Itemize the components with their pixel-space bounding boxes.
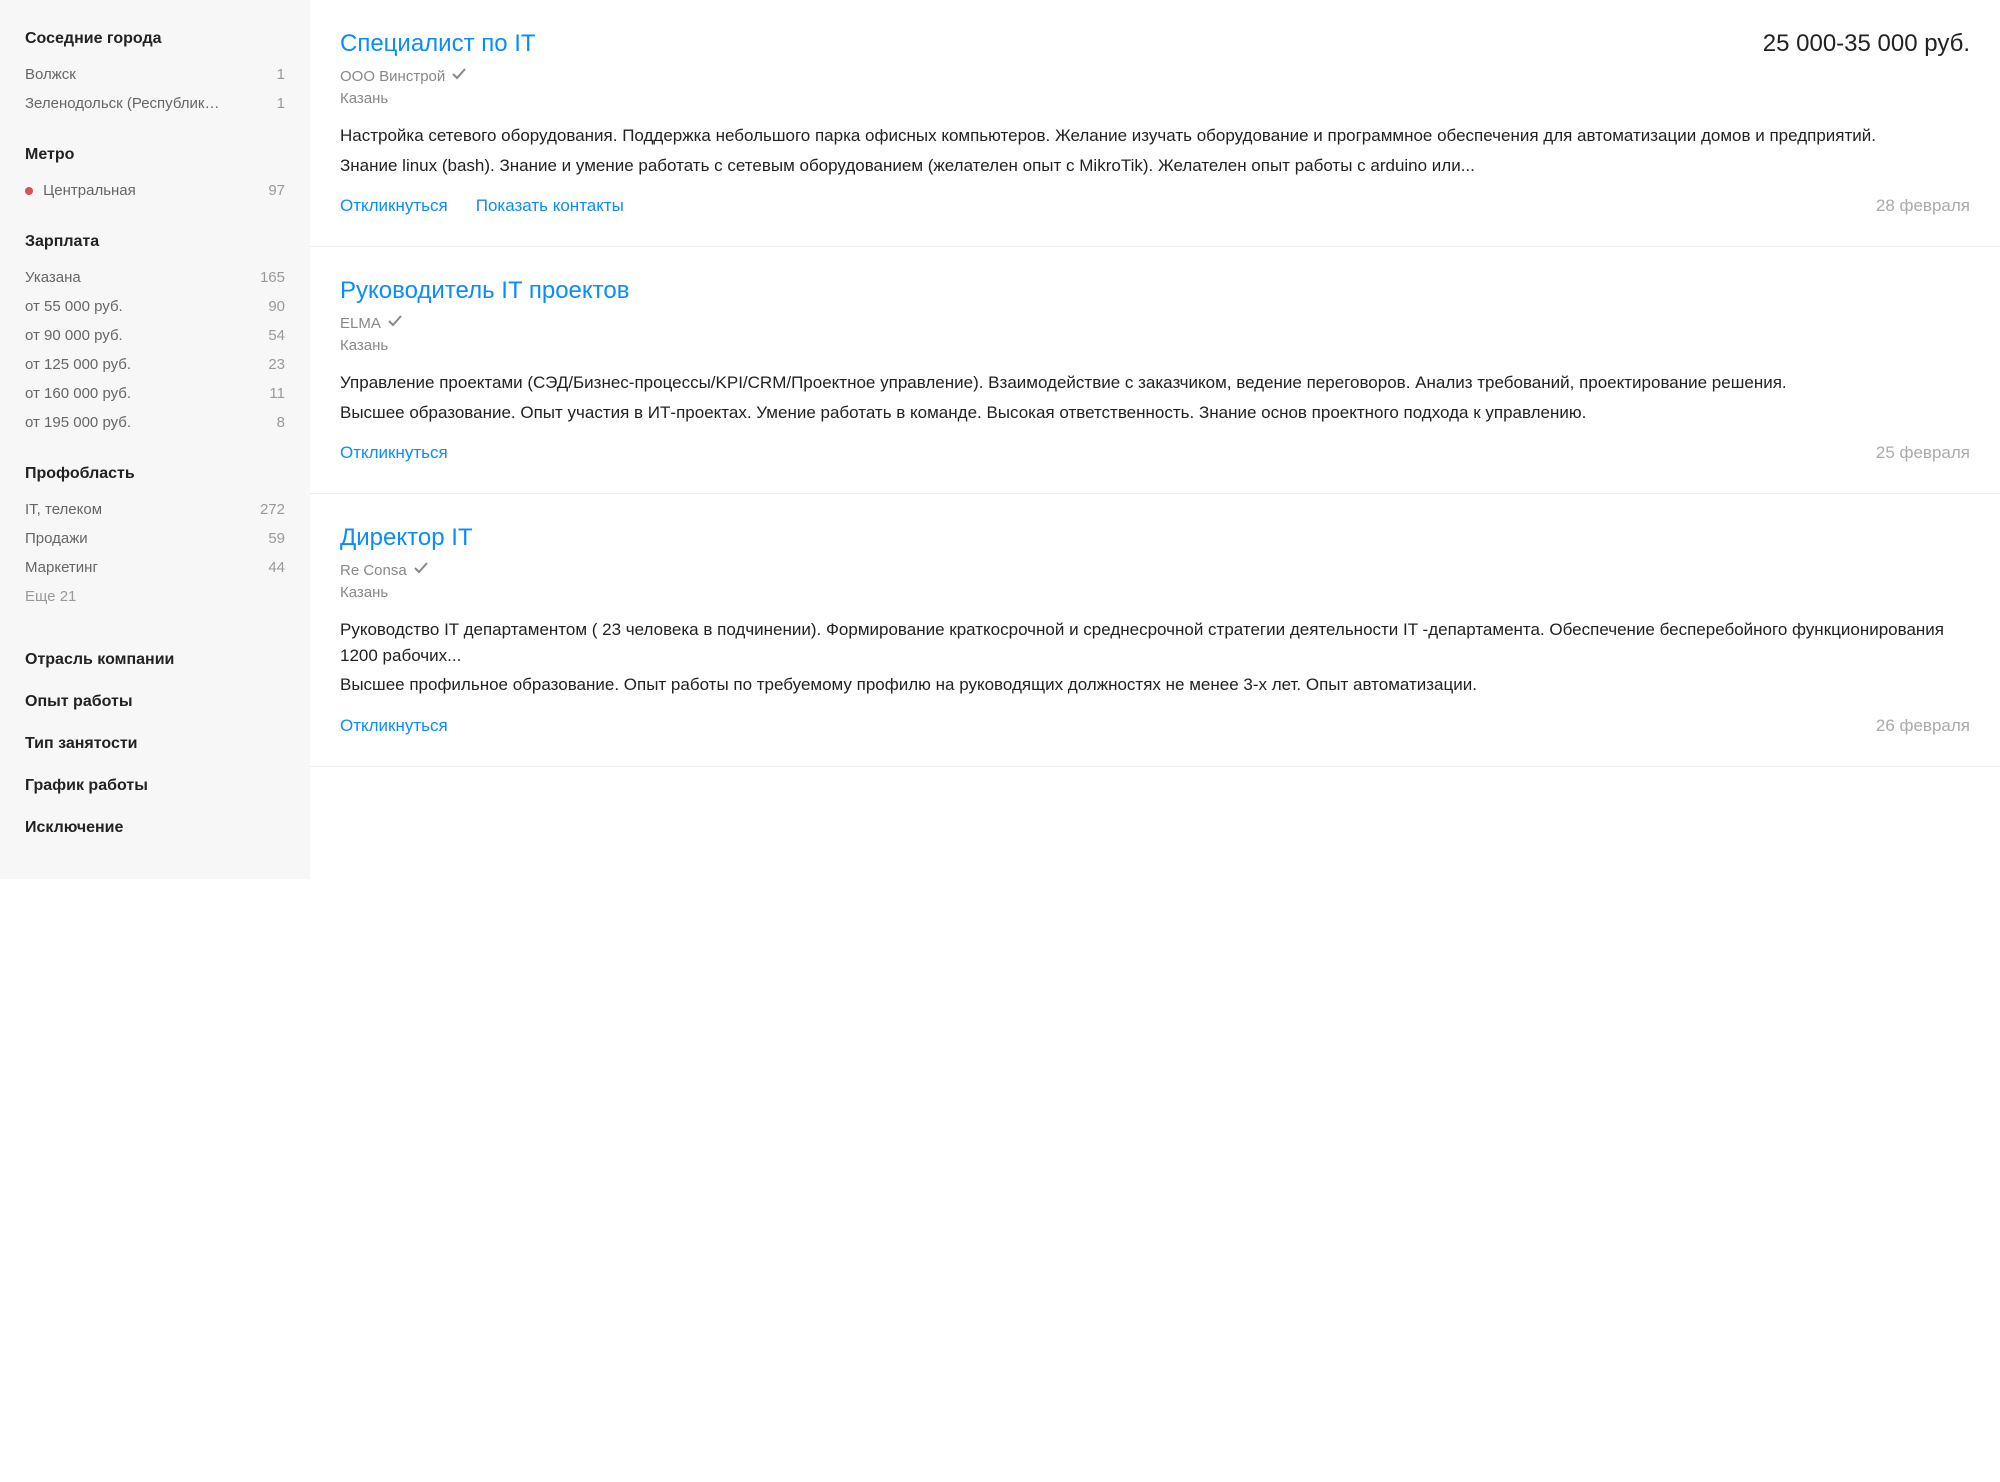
salary-count: 165	[260, 269, 285, 286]
filter-schedule[interactable]: График работы	[25, 765, 285, 807]
city-count: 1	[277, 95, 285, 112]
profarea-count: 44	[268, 559, 285, 576]
profarea-count: 59	[268, 530, 285, 547]
vacancy-header: Директор IT	[340, 524, 1970, 552]
salary-count: 90	[268, 298, 285, 315]
vacancy-footer: Откликнуться 26 февраля	[340, 716, 1970, 736]
profarea-label: IT, телеком	[25, 501, 102, 518]
vacancy-title-link[interactable]: Специалист по IT	[340, 30, 536, 58]
filter-industry[interactable]: Отрасль компании	[25, 639, 285, 681]
vacancy-company[interactable]: Re Consa	[340, 560, 1970, 580]
salary-item[interactable]: от 160 000 руб. 11	[25, 379, 285, 408]
city-count: 1	[277, 66, 285, 83]
vacancy-desc-2: Высшее образование. Опыт участия в ИТ-пр…	[340, 400, 1970, 426]
company-name: Re Consa	[340, 562, 407, 579]
vacancy-header: Специалист по IT 25 000-35 000 руб.	[340, 30, 1970, 58]
vacancy-salary: 25 000-35 000 руб.	[1763, 30, 1970, 58]
metro-item[interactable]: Центральная 97	[25, 176, 285, 205]
city-item[interactable]: Волжск 1	[25, 60, 285, 89]
salary-label: Указана	[25, 269, 81, 286]
metro-dot-icon	[25, 187, 33, 195]
metro-label: Центральная	[43, 182, 136, 199]
vacancy-company[interactable]: ELMA	[340, 313, 1970, 333]
metro-line-label: Центральная	[25, 182, 136, 199]
vacancy-location: Казань	[340, 90, 1970, 107]
profarea-item[interactable]: Маркетинг 44	[25, 553, 285, 582]
verified-check-icon	[387, 313, 403, 333]
apply-link[interactable]: Откликнуться	[340, 443, 448, 463]
filter-cities-title: Соседние города	[25, 30, 285, 48]
apply-link[interactable]: Откликнуться	[340, 196, 448, 216]
sidebar: Соседние города Волжск 1 Зеленодольск (Р…	[0, 0, 310, 879]
verified-check-icon	[413, 560, 429, 580]
salary-count: 54	[268, 327, 285, 344]
vacancy-desc-1: Управление проектами (СЭД/Бизнес-процесс…	[340, 370, 1970, 396]
vacancy-card: Руководитель IT проектов ELMA Казань Упр…	[310, 247, 2000, 494]
company-name: ООО Винстрой	[340, 68, 445, 85]
vacancy-actions: Откликнуться	[340, 443, 448, 463]
vacancy-header: Руководитель IT проектов	[340, 277, 1970, 305]
vacancy-date: 28 февраля	[1876, 196, 1970, 216]
vacancy-company[interactable]: ООО Винстрой	[340, 66, 1970, 86]
apply-link[interactable]: Откликнуться	[340, 716, 448, 736]
vacancy-card: Специалист по IT 25 000-35 000 руб. ООО …	[310, 0, 2000, 247]
vacancy-desc-1: Настройка сетевого оборудования. Поддерж…	[340, 123, 1970, 149]
vacancy-title-link[interactable]: Руководитель IT проектов	[340, 277, 629, 305]
profarea-count: 272	[260, 501, 285, 518]
vacancy-location: Казань	[340, 584, 1970, 601]
profarea-label: Продажи	[25, 530, 88, 547]
vacancy-desc-1: Руководство IT департаментом ( 23 челове…	[340, 617, 1970, 668]
profarea-label: Маркетинг	[25, 559, 98, 576]
profarea-more-link[interactable]: Еще 21	[25, 582, 285, 611]
show-contacts-link[interactable]: Показать контакты	[476, 196, 624, 216]
vacancy-actions: Откликнуться	[340, 716, 448, 736]
filter-cities: Соседние города Волжск 1 Зеленодольск (Р…	[25, 30, 285, 118]
verified-check-icon	[451, 66, 467, 86]
salary-count: 23	[268, 356, 285, 373]
profarea-item[interactable]: IT, телеком 272	[25, 495, 285, 524]
filter-metro-title: Метро	[25, 146, 285, 164]
filter-profarea: Профобласть IT, телеком 272 Продажи 59 М…	[25, 465, 285, 611]
vacancy-card: Директор IT Re Consa Казань Руководство …	[310, 494, 2000, 767]
filter-profarea-title: Профобласть	[25, 465, 285, 483]
vacancy-footer: Откликнуться 25 февраля	[340, 443, 1970, 463]
salary-item[interactable]: от 195 000 руб. 8	[25, 408, 285, 437]
vacancy-title-link[interactable]: Директор IT	[340, 524, 473, 552]
salary-count: 8	[277, 414, 285, 431]
vacancy-date: 25 февраля	[1876, 443, 1970, 463]
vacancy-footer: Откликнуться Показать контакты 28 феврал…	[340, 196, 1970, 216]
filter-metro: Метро Центральная 97	[25, 146, 285, 205]
vacancy-list: Специалист по IT 25 000-35 000 руб. ООО …	[310, 0, 2000, 879]
salary-item[interactable]: от 90 000 руб. 54	[25, 321, 285, 350]
company-name: ELMA	[340, 315, 381, 332]
city-item[interactable]: Зеленодольск (Республик… 1	[25, 89, 285, 118]
vacancy-desc-2: Высшее профильное образование. Опыт рабо…	[340, 672, 1970, 698]
vacancy-location: Казань	[340, 337, 1970, 354]
vacancy-date: 26 февраля	[1876, 716, 1970, 736]
salary-label: от 125 000 руб.	[25, 356, 131, 373]
salary-label: от 160 000 руб.	[25, 385, 131, 402]
salary-label: от 195 000 руб.	[25, 414, 131, 431]
filter-experience[interactable]: Опыт работы	[25, 681, 285, 723]
salary-item[interactable]: Указана 165	[25, 263, 285, 292]
filter-salary: Зарплата Указана 165 от 55 000 руб. 90 о…	[25, 233, 285, 437]
profarea-item[interactable]: Продажи 59	[25, 524, 285, 553]
filter-salary-title: Зарплата	[25, 233, 285, 251]
salary-item[interactable]: от 55 000 руб. 90	[25, 292, 285, 321]
city-label: Зеленодольск (Республик…	[25, 95, 219, 112]
salary-label: от 90 000 руб.	[25, 327, 123, 344]
metro-count: 97	[268, 182, 285, 199]
salary-item[interactable]: от 125 000 руб. 23	[25, 350, 285, 379]
vacancy-desc-2: Знание linux (bash). Знание и умение раб…	[340, 153, 1970, 179]
city-label: Волжск	[25, 66, 76, 83]
filter-employment[interactable]: Тип занятости	[25, 723, 285, 765]
filter-exclusion[interactable]: Исключение	[25, 807, 285, 849]
salary-count: 11	[269, 385, 285, 402]
vacancy-actions: Откликнуться Показать контакты	[340, 196, 624, 216]
salary-label: от 55 000 руб.	[25, 298, 123, 315]
